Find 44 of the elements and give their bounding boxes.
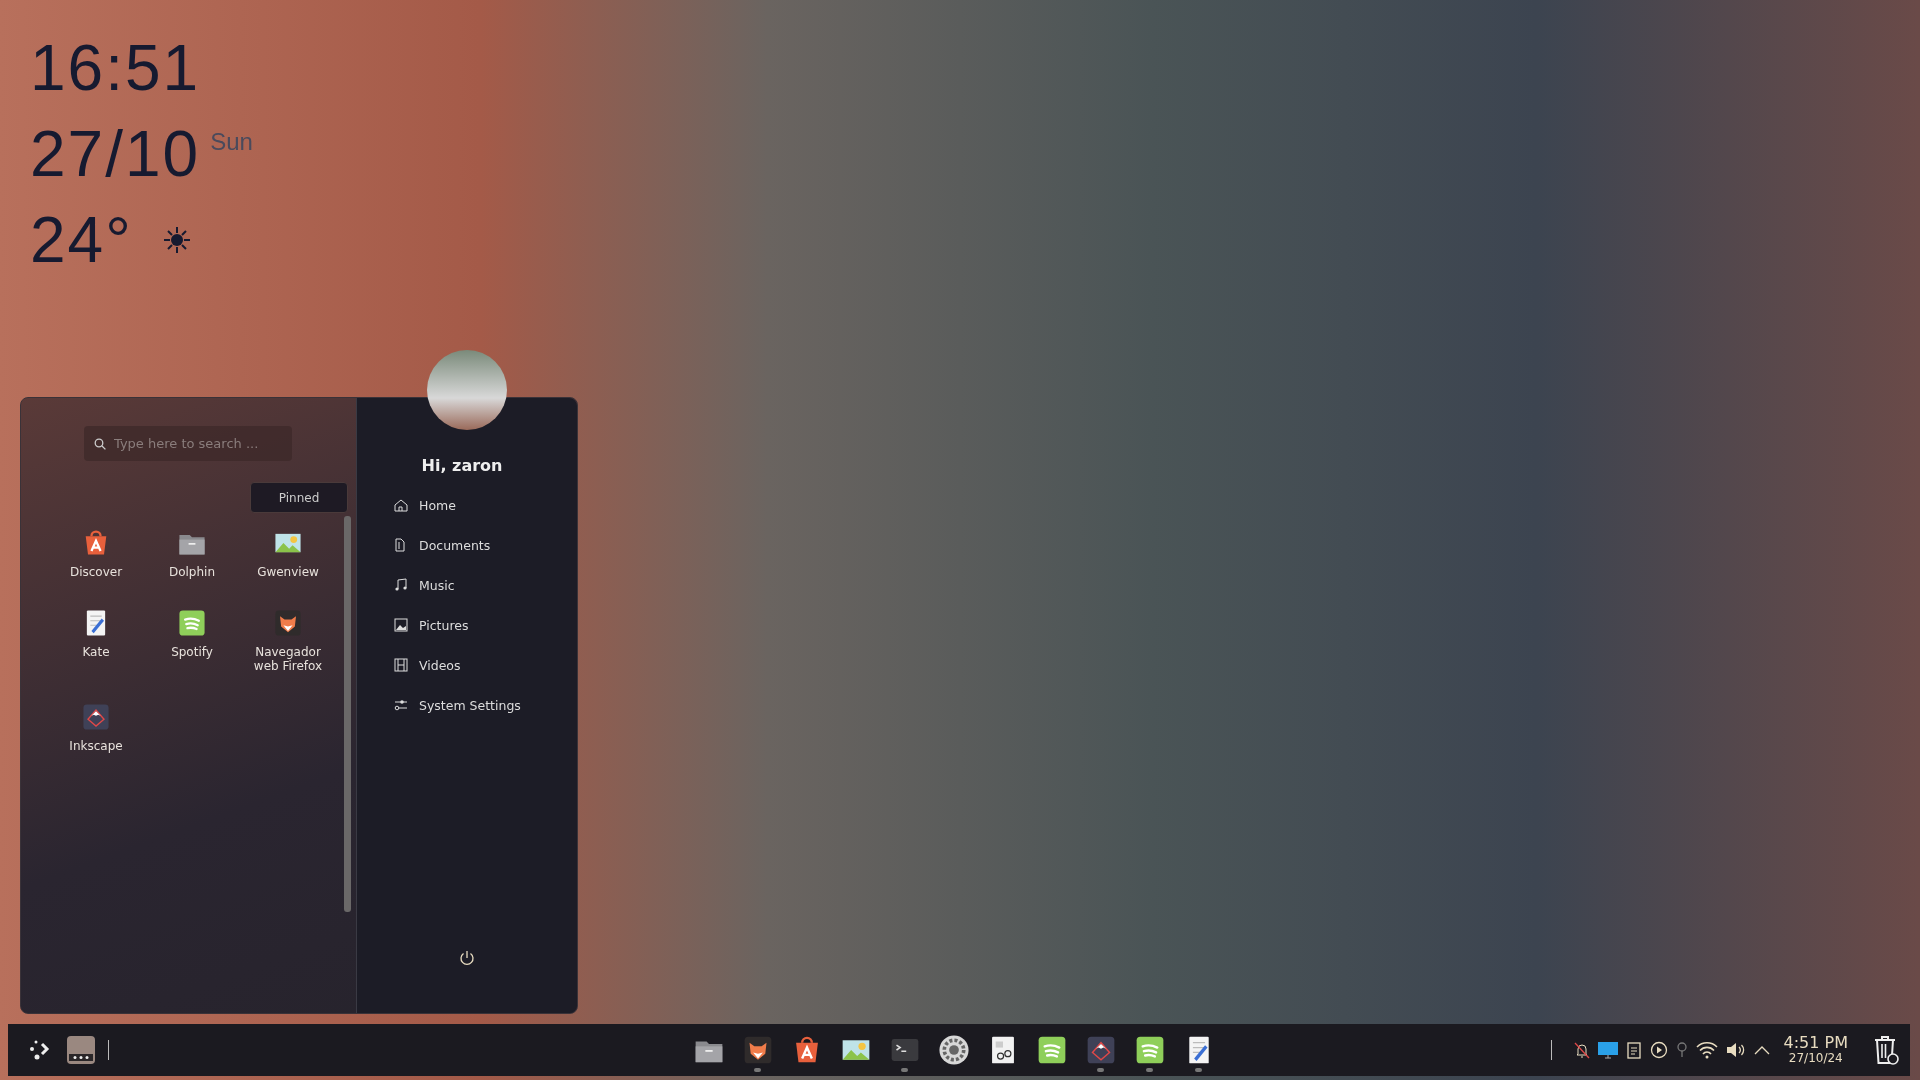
app-launcher[interactable]: Dolphin [144,527,240,579]
media-play-icon[interactable] [1649,1041,1668,1059]
muted-bell-icon[interactable] [1573,1041,1590,1059]
power-button[interactable] [458,949,476,967]
app-launcher[interactable]: Inkscape [48,701,144,753]
search-field[interactable]: Type here to search ... [84,426,292,461]
sliders-icon [393,697,409,713]
app-launcher[interactable]: Gwenview [240,527,336,579]
search-icon [94,438,106,450]
desktop-icon[interactable] [66,1035,96,1065]
spotify-icon [176,607,208,639]
lightbulb-icon[interactable] [1675,1041,1688,1059]
clipboard-icon[interactable] [1625,1041,1642,1059]
pinned-tab[interactable]: Pinned [250,482,348,513]
place-link[interactable]: Home [393,497,577,513]
app-launcher[interactable]: Discover [48,527,144,579]
app-launcher[interactable]: Kate [48,607,144,673]
volume-icon[interactable] [1725,1041,1746,1059]
monitor-icon[interactable] [1597,1041,1618,1059]
wifi-icon[interactable] [1695,1041,1718,1059]
place-link[interactable]: Pictures [393,617,577,633]
caret-up-icon[interactable] [1753,1044,1770,1056]
weekday-label: Sun [210,128,253,156]
fox-icon [272,607,304,639]
trash-icon[interactable] [1872,1034,1900,1066]
taskbar-clock[interactable]: 4:51 PM 27/10/24 [1783,1034,1848,1066]
place-link[interactable]: Music [393,577,577,593]
music-note-icon [393,577,409,593]
greeting-text: Hi, zaron [421,456,503,475]
app-launcher[interactable]: Navegador web Firefox [240,607,336,673]
clock-time: 16:51 [30,36,202,100]
app-launcher[interactable]: Spotify [144,607,240,673]
gear-icon [937,1033,972,1067]
temperature-label: 24° [30,208,133,272]
place-link[interactable]: Videos [393,657,577,673]
place-link[interactable]: Documents [393,537,577,553]
place-link[interactable]: System Settings [393,697,577,713]
film-icon [393,657,409,673]
picture-icon [393,617,409,633]
inkscape-icon [80,701,112,733]
home-icon [393,497,409,513]
scrollbar[interactable] [344,516,351,912]
clock-date: 27/10 [30,122,201,186]
sun-icon [162,226,191,254]
